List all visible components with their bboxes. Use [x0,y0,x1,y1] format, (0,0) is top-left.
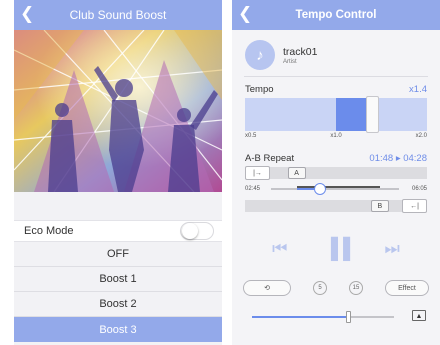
tempo-header: Tempo x1.4 [232,77,440,95]
transport-controls: ⏮ ▐▐ ⏭ [232,239,440,259]
playback-position-row: 02:45 06:05 [245,181,427,197]
tempo-control-screen: ❮ Tempo Control ♪ track01 Artist Tempo x… [232,0,440,345]
music-note-icon: ♪ [245,40,275,70]
volume-slider[interactable] [252,311,394,323]
set-b-point-button[interactable]: ←| [402,199,427,213]
tempo-slider-thumb[interactable] [366,96,380,133]
track-title: track01 [283,45,318,58]
a-marker-row: |→ A [245,166,427,180]
eco-mode-label: Eco Mode [24,225,74,237]
volume-row: ▲ [232,306,440,326]
club-sound-boost-screen: ❮ Club Sound Boost Eco Mode OFF Boost 1 … [14,0,222,345]
b-marker-handle[interactable]: B [370,200,389,212]
forward-15-icon[interactable]: 15 [349,281,363,295]
boost-option-boost-2[interactable]: Boost 2 [14,292,222,317]
tool-row: ⟲ 5 15 Effect [232,280,440,296]
set-a-point-button[interactable]: |→ [245,166,270,180]
back-chevron-icon[interactable]: ❮ [20,5,34,23]
a-marker-handle[interactable]: A [287,167,306,179]
tempo-tick-mid: x1.0 [330,133,342,139]
rewind-5-icon[interactable]: 5 [313,281,327,295]
track-info-row: ♪ track01 Artist [232,30,440,76]
position-end-time: 06:05 [411,186,427,192]
section-spacer [14,192,222,220]
ab-repeat-header: A-B Repeat 01:48 ▸ 04:28 [232,139,440,164]
tempo-slider[interactable] [245,96,427,133]
b-marker-label: B [377,202,383,210]
playback-position-knob[interactable] [313,183,326,195]
tempo-tick-max: x2.0 [415,133,427,139]
tempo-tick-min: x0.5 [245,133,257,139]
tempo-label: Tempo [245,84,274,95]
boost-option-boost-3[interactable]: Boost 3 [14,317,222,342]
a-marker-label: A [294,169,299,177]
boost-option-off[interactable]: OFF [14,242,222,267]
tempo-value: x1.4 [409,84,427,95]
effect-button[interactable]: Effect [385,280,429,296]
track-artist: Artist [283,58,297,65]
eco-mode-toggle[interactable] [180,222,214,240]
rewind-label: 5 [318,285,322,291]
volume-knob[interactable] [345,311,351,323]
tempo-ticks: x0.5 x1.0 x2.0 [232,131,440,139]
pause-icon[interactable]: ▐▐ [324,239,350,259]
ab-repeat-label: A-B Repeat [245,153,295,164]
position-start-time: 02:45 [245,186,261,192]
toggle-knob [182,223,198,239]
b-marker-row: B ←| [245,199,427,213]
volume-fill [252,316,349,318]
playback-position-slider[interactable] [271,183,399,195]
forward-label: 15 [352,285,360,291]
next-track-icon[interactable]: ⏭ [385,240,400,258]
navigation-bar: ❮ Tempo Control [232,0,440,30]
back-chevron-icon[interactable]: ❮ [238,5,252,23]
screen-title: Tempo Control [295,9,377,21]
ab-repeat-range: 01:48 ▸ 04:28 [369,153,427,164]
airplay-icon[interactable]: ▲ [412,310,426,321]
loop-icon[interactable]: ⟲ [243,280,291,296]
previous-track-icon[interactable]: ⏮ [272,240,287,258]
club-photo [14,30,222,192]
navigation-bar: ❮ Club Sound Boost [14,0,222,30]
boost-option-boost-1[interactable]: Boost 1 [14,267,222,292]
boost-option-list: OFF Boost 1 Boost 2 Boost 3 [14,242,222,342]
eco-mode-row: Eco Mode [14,220,222,242]
screen-title: Club Sound Boost [69,8,167,22]
